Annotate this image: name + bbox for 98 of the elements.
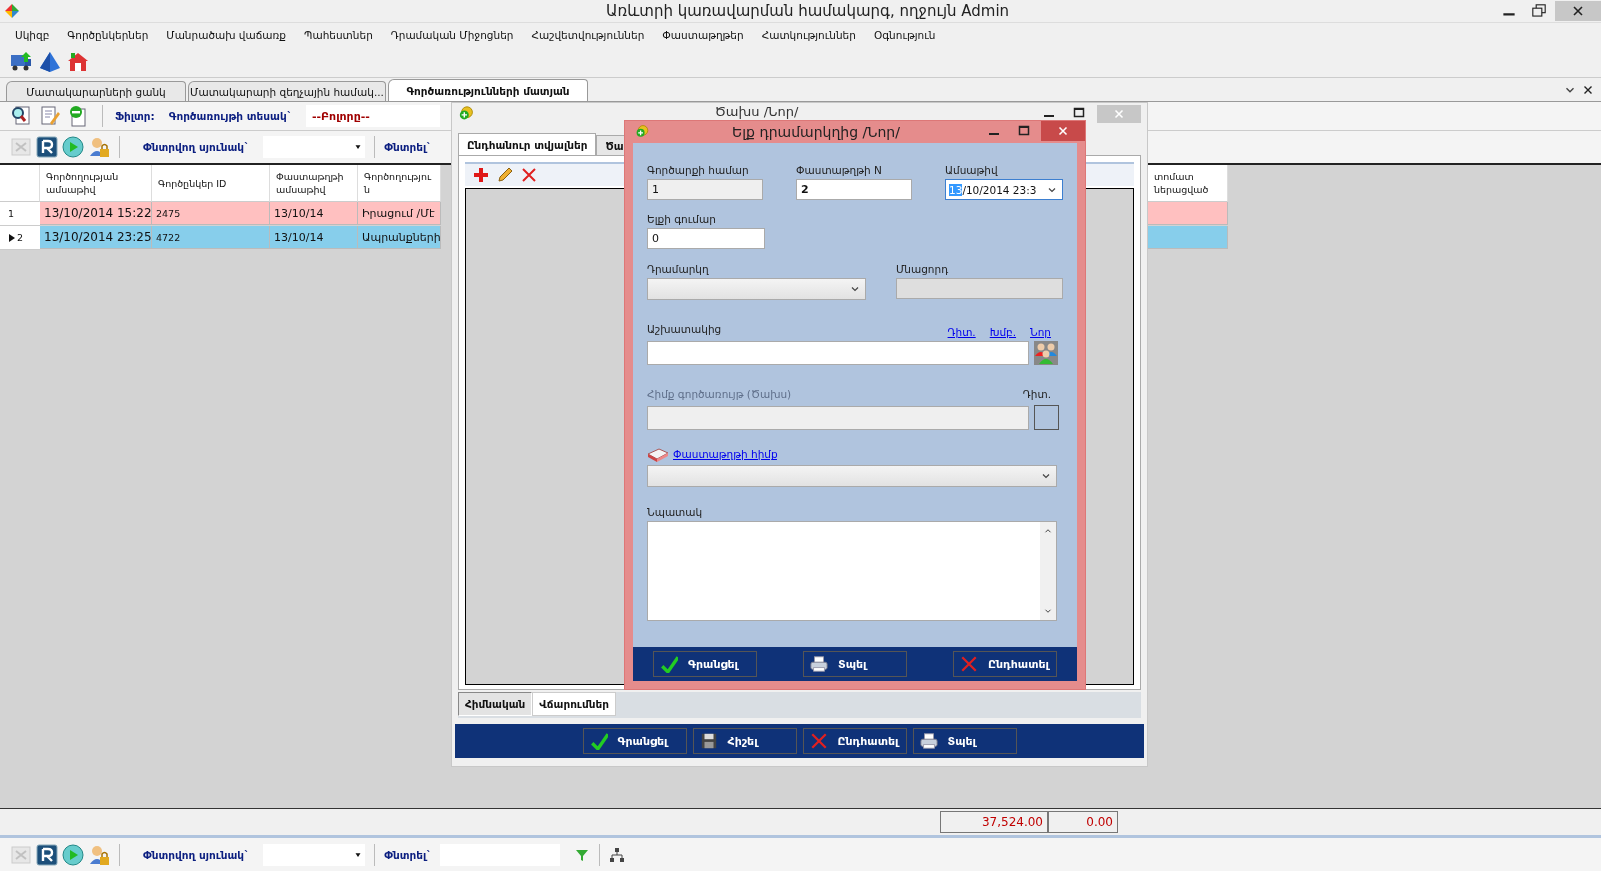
input-field[interactable]	[647, 405, 1029, 430]
field-label: Ելքի գումար	[647, 212, 717, 226]
column-header: տոմատ ներացված	[1148, 165, 1228, 202]
tab[interactable]: Գործառությունների մատյան	[388, 79, 588, 101]
delete-icon[interactable]	[521, 167, 537, 183]
cashbox-dropdown[interactable]	[647, 278, 866, 300]
pyramid-icon[interactable]	[38, 50, 62, 74]
table-cell: 13/10/2014 15:22	[40, 202, 152, 225]
link[interactable]: Դիտ.	[947, 326, 976, 338]
menu-item[interactable]: Հատկություններ	[752, 29, 865, 41]
menu-item[interactable]: Դրամական Միջոցներ	[381, 29, 523, 41]
column-header: Փաստաթղթի ամսաթիվ	[270, 165, 358, 202]
user-lock-icon[interactable]	[88, 136, 110, 158]
link[interactable]: Խմբ.	[989, 326, 1017, 338]
link[interactable]: Նոր	[1030, 326, 1051, 338]
close-button[interactable]	[1555, 1, 1601, 21]
current-row-icon	[8, 232, 16, 243]
document-base-dropdown[interactable]	[647, 465, 1057, 487]
check-icon	[660, 655, 678, 673]
coins-icon	[635, 124, 651, 140]
field-label: Մնացորդ	[896, 262, 950, 276]
table-cell: 13/10/14	[270, 226, 358, 249]
field-label: Փաստաթղթի N	[796, 163, 883, 177]
field-label: Նպատակ	[647, 505, 704, 519]
cross-icon	[809, 732, 828, 750]
book-icon	[647, 446, 669, 462]
menu-item[interactable]: Պահեստներ	[295, 29, 382, 41]
column-label: Փնտրվող սյունակ`	[143, 848, 250, 861]
scrollbar[interactable]	[1040, 522, 1056, 620]
edit-icon[interactable]	[497, 167, 513, 183]
text-area[interactable]	[647, 521, 1057, 621]
play-icon[interactable]	[62, 843, 84, 866]
table-cell: 13/10/2014 23:25	[40, 226, 152, 249]
filter-label: Ֆիլտր:	[115, 110, 155, 122]
tab[interactable]: Մատակարարների ցանկ	[6, 81, 186, 101]
window-title: Ծախս /Նոր/	[713, 105, 800, 119]
tab[interactable]: Մատակարարի զեղչային համակ...	[188, 81, 386, 101]
table-cell: Իրացում /Մէ	[358, 202, 441, 225]
user-lock-icon[interactable]	[88, 843, 110, 866]
input-field[interactable]	[647, 340, 1029, 365]
total-value: 0.00	[1048, 811, 1118, 833]
table-cell: 13/10/14	[270, 202, 358, 225]
action-button[interactable]: Տպել	[803, 651, 907, 677]
tab[interactable]: Հիմնական	[458, 692, 533, 716]
type-dropdown[interactable]: --Բոլորը--	[305, 105, 440, 127]
row-header[interactable]: 1	[0, 202, 40, 226]
table-cell: Ապրանքների	[358, 226, 441, 249]
tab[interactable]: Ընդհանուր տվյալներ	[458, 133, 597, 155]
link[interactable]: Փաստաթղթի հիմք	[673, 448, 778, 460]
menu-item[interactable]: Գործընկերներ	[58, 29, 158, 41]
column-header: Գործողություն	[358, 165, 441, 202]
window-title: Առևտրի կառավարման համակարգ, ողջույն Admin	[604, 2, 1011, 20]
people-icon[interactable]	[1033, 340, 1058, 365]
tab[interactable]: Վճարումներ	[532, 692, 616, 716]
column-label: Փնտրվող սյունակ`	[143, 141, 250, 153]
square-button[interactable]	[1034, 405, 1059, 430]
column-header: Գործողության ամսաթիվ	[40, 165, 152, 202]
action-button[interactable]: Տպել	[912, 728, 1017, 754]
input-field[interactable]: 0	[647, 228, 765, 249]
menu-item[interactable]: Մանրածախ վաճառք	[157, 29, 295, 41]
search-label: Փնտրել`	[384, 848, 432, 861]
check-icon	[589, 732, 608, 750]
printer-icon	[919, 732, 938, 750]
action-button[interactable]: Ընդհատել	[802, 728, 907, 754]
close-icon	[1112, 107, 1126, 121]
dialog-title: Ելք դրամարկղից /Նոր/	[731, 124, 901, 140]
table-cell: 2475	[152, 202, 270, 225]
search-label: Փնտրել`	[384, 141, 432, 153]
hierarchy-icon[interactable]	[608, 846, 625, 863]
field-label: Աշխատակից	[647, 322, 723, 336]
action-button[interactable]: Գրանցել	[653, 651, 757, 677]
column-header: Գործընկեր ID	[152, 165, 270, 202]
field-label: Հիմք գործառույթ (Ծախս)	[647, 387, 793, 401]
row-header[interactable]: 2	[0, 226, 40, 250]
action-button[interactable]: Գրանցել	[582, 728, 687, 754]
cross-icon	[960, 655, 978, 673]
house-icon[interactable]	[66, 50, 90, 74]
field-label: Գործարքի համար	[647, 163, 750, 177]
report-icon[interactable]	[36, 843, 58, 866]
report-icon[interactable]	[36, 136, 58, 158]
menu-item[interactable]: Սկիզբ	[6, 29, 59, 41]
close-icon	[1056, 124, 1070, 138]
table-cell: 4722	[152, 226, 270, 249]
menu-item[interactable]: Հաշվետվություններ	[522, 29, 654, 41]
action-button[interactable]: Ընդհատել	[953, 651, 1057, 677]
total-value: 37,524.00	[940, 811, 1048, 833]
printer-icon	[810, 655, 828, 673]
add-icon[interactable]	[473, 167, 489, 183]
field-label: Դրամարկղ	[647, 262, 710, 276]
menu-item[interactable]: Օգնություն	[864, 29, 945, 41]
menu-item[interactable]: Փաստաթղթեր	[653, 29, 753, 41]
play-icon[interactable]	[62, 136, 84, 158]
input-field[interactable]: 2	[796, 179, 912, 200]
type-label: Գործառույթի տեսակ`	[168, 110, 292, 122]
action-button[interactable]: Հիշել	[692, 728, 797, 754]
field-label: Դիտ.	[1022, 387, 1051, 401]
app-logo-icon	[4, 3, 20, 19]
field-label: Ամսաթիվ	[945, 163, 999, 177]
